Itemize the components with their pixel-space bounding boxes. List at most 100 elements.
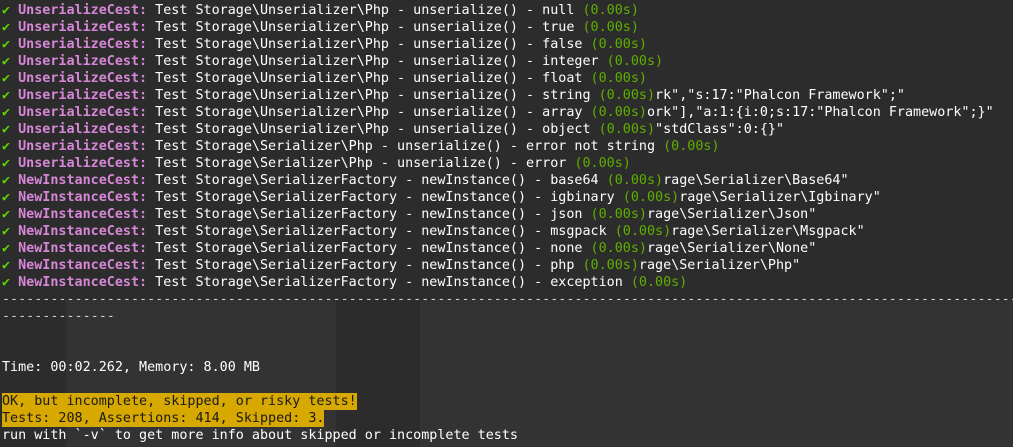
test-description: Test Storage\SerializerFactory - newInst…: [147, 258, 583, 273]
warning-message: OK, but incomplete, skipped, or risky te…: [2, 393, 357, 410]
hint-line: run with `-v` to get more info about ski…: [2, 428, 518, 443]
overwritten-tail: rk","s:17:"Phalcon Framework";": [655, 88, 905, 103]
check-icon: ✔: [2, 71, 11, 86]
test-duration: (0.00s): [606, 54, 664, 69]
test-result-line: ✔ UnserializeCest: Test Storage\Unserial…: [2, 2, 1013, 19]
overwritten-tail: rage\Serializer\Msgpack": [671, 224, 865, 239]
test-result-line: ✔ UnserializeCest: Test Storage\Unserial…: [2, 87, 1013, 104]
cest-name: NewInstanceCest:: [18, 241, 148, 256]
test-result-line: ✔ NewInstanceCest: Test Storage\Serializ…: [2, 172, 1013, 189]
terminal-window[interactable]: ✔ UnserializeCest: Test Storage\Unserial…: [0, 0, 1013, 447]
test-duration: (0.00s): [598, 88, 656, 103]
check-icon: ✔: [2, 156, 11, 171]
test-result-line: ✔ UnserializeCest: Test Storage\Serializ…: [2, 138, 1013, 155]
terminal-output: ✔ UnserializeCest: Test Storage\Unserial…: [2, 2, 1013, 291]
check-icon: ✔: [2, 241, 11, 256]
cest-name: NewInstanceCest:: [18, 173, 148, 188]
test-duration: (0.00s): [590, 105, 647, 120]
test-description: Test Storage\Serializer\Php - unserializ…: [147, 156, 575, 171]
overwritten-tail: rage\Serializer\Base64": [663, 173, 849, 188]
test-result-line: ✔ UnserializeCest: Test Storage\Unserial…: [2, 104, 1013, 121]
test-duration: (0.00s): [590, 71, 647, 86]
test-duration: (0.00s): [614, 224, 672, 239]
test-result-line: ✔ NewInstanceCest: Test Storage\Serializ…: [2, 206, 1013, 223]
check-icon: ✔: [2, 173, 11, 188]
test-description: Test Storage\Unserializer\Php - unserial…: [147, 105, 591, 120]
test-description: Test Storage\Serializer\Php - unserializ…: [147, 139, 664, 154]
test-duration: (0.00s): [598, 122, 656, 137]
test-duration: (0.00s): [582, 20, 639, 35]
cest-name: NewInstanceCest:: [18, 190, 148, 205]
test-counts: Tests: 208, Assertions: 414, Skipped: 3.: [2, 410, 325, 427]
test-description: Test Storage\Unserializer\Php - unserial…: [147, 122, 599, 137]
test-description: Test Storage\Unserializer\Php - unserial…: [147, 88, 599, 103]
cest-name: UnserializeCest:: [18, 71, 148, 86]
overwritten-tail: rage\Serializer\None": [646, 241, 817, 256]
check-icon: ✔: [2, 88, 11, 103]
overwritten-tail: rage\Serializer\Igbinary": [679, 190, 881, 205]
test-result-line: ✔ UnserializeCest: Test Storage\Serializ…: [2, 155, 1013, 172]
separator-line-wrap: --------------: [2, 309, 115, 324]
summary-block: ----------------------------------------…: [2, 291, 1013, 444]
cest-name: UnserializeCest:: [18, 122, 148, 137]
test-description: Test Storage\SerializerFactory - newInst…: [147, 224, 615, 239]
check-icon: ✔: [2, 275, 11, 290]
test-result-line: ✔ NewInstanceCest: Test Storage\Serializ…: [2, 240, 1013, 257]
check-icon: ✔: [2, 20, 11, 35]
test-description: Test Storage\Unserializer\Php - unserial…: [147, 71, 591, 86]
cest-name: NewInstanceCest:: [18, 258, 148, 273]
cest-name: UnserializeCest:: [18, 139, 148, 154]
test-description: Test Storage\Unserializer\Php - unserial…: [147, 3, 583, 18]
cest-name: UnserializeCest:: [18, 3, 148, 18]
check-icon: ✔: [2, 3, 11, 18]
test-result-line: ✔ UnserializeCest: Test Storage\Unserial…: [2, 53, 1013, 70]
cest-name: NewInstanceCest:: [18, 275, 148, 290]
test-description: Test Storage\SerializerFactory - newInst…: [147, 275, 631, 290]
time-memory-line: Time: 00:02.262, Memory: 8.00 MB: [2, 360, 260, 375]
check-icon: ✔: [2, 207, 11, 222]
cest-name: UnserializeCest:: [18, 54, 148, 69]
test-description: Test Storage\SerializerFactory - newInst…: [147, 241, 591, 256]
separator-line: ----------------------------------------…: [2, 292, 1013, 307]
test-result-line: ✔ UnserializeCest: Test Storage\Unserial…: [2, 70, 1013, 87]
test-result-line: ✔ UnserializeCest: Test Storage\Unserial…: [2, 19, 1013, 36]
cest-name: NewInstanceCest:: [18, 224, 148, 239]
test-duration: (0.00s): [663, 139, 720, 154]
test-duration: (0.00s): [622, 190, 680, 205]
test-description: Test Storage\SerializerFactory - newInst…: [147, 190, 623, 205]
test-description: Test Storage\SerializerFactory - newInst…: [147, 207, 591, 222]
test-duration: (0.00s): [630, 275, 688, 290]
test-description: Test Storage\SerializerFactory - newInst…: [147, 173, 607, 188]
cest-name: UnserializeCest:: [18, 105, 148, 120]
cest-name: UnserializeCest:: [18, 20, 148, 35]
test-duration: (0.00s): [582, 3, 639, 18]
test-duration: (0.00s): [574, 156, 631, 171]
test-result-line: ✔ NewInstanceCest: Test Storage\Serializ…: [2, 274, 1013, 291]
test-result-line: ✔ UnserializeCest: Test Storage\Unserial…: [2, 36, 1013, 53]
test-result-line: ✔ NewInstanceCest: Test Storage\Serializ…: [2, 257, 1013, 274]
check-icon: ✔: [2, 258, 11, 273]
test-duration: (0.00s): [606, 173, 664, 188]
test-duration: (0.00s): [590, 241, 647, 256]
test-description: Test Storage\Unserializer\Php - unserial…: [147, 54, 607, 69]
check-icon: ✔: [2, 224, 11, 239]
check-icon: ✔: [2, 37, 11, 52]
overwritten-tail: rage\Serializer\Php": [638, 258, 801, 273]
check-icon: ✔: [2, 139, 11, 154]
cest-name: UnserializeCest:: [18, 88, 148, 103]
test-description: Test Storage\Unserializer\Php - unserial…: [147, 20, 583, 35]
test-duration: (0.00s): [590, 37, 647, 52]
test-duration: (0.00s): [590, 207, 647, 222]
overwritten-tail: "stdClass":0:{}": [655, 122, 785, 137]
overwritten-tail: rage\Serializer\Json": [646, 207, 817, 222]
check-icon: ✔: [2, 105, 11, 120]
test-duration: (0.00s): [582, 258, 639, 273]
overwritten-tail: ork"],"a:1:{i:0;s:17:"Phalcon Framework"…: [646, 105, 994, 120]
check-icon: ✔: [2, 54, 11, 69]
test-result-line: ✔ NewInstanceCest: Test Storage\Serializ…: [2, 223, 1013, 240]
test-description: Test Storage\Unserializer\Php - unserial…: [147, 37, 591, 52]
cest-name: UnserializeCest:: [18, 156, 148, 171]
